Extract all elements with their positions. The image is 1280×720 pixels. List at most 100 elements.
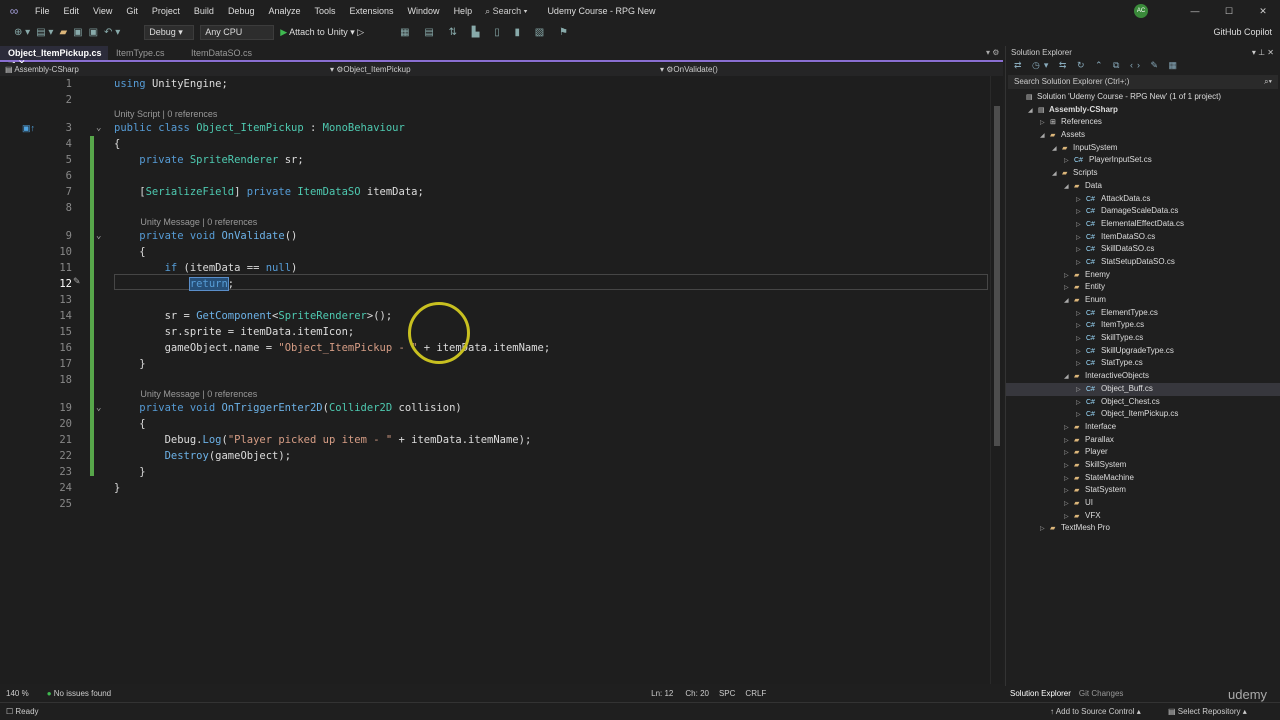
menu-analyze[interactable]: Analyze	[261, 6, 307, 16]
back-icon[interactable]: ⊕ ▾	[14, 27, 30, 38]
tree-item-itemtype-cs[interactable]: ▷ C# ItemType.cs	[1006, 319, 1280, 332]
line-endings[interactable]: CRLF	[745, 689, 766, 698]
editor-vertical-scrollbar[interactable]	[990, 76, 1003, 684]
whitespace-mode[interactable]: SPC	[719, 689, 735, 698]
tab-git-changes[interactable]: Git Changes	[1079, 689, 1123, 698]
line-number[interactable]: Ln: 12	[651, 689, 673, 698]
tree-item-parallax[interactable]: ▷ ▰ Parallax	[1006, 434, 1280, 447]
issues-status[interactable]: ● No issues found	[47, 689, 111, 698]
tree-item-textmesh-pro[interactable]: ▷ ▰ TextMesh Pro	[1006, 522, 1280, 535]
tree-item-elementaleffectdata-cs[interactable]: ▷ C# ElementalEffectData.cs	[1006, 218, 1280, 231]
tree-item-damagescaledata-cs[interactable]: ▷ C# DamageScaleData.cs	[1006, 205, 1280, 218]
collapsed-arrow-icon[interactable]: ▷	[1040, 523, 1050, 536]
menu-project[interactable]: Project	[145, 6, 187, 16]
minimize-button[interactable]: —	[1178, 6, 1212, 16]
tree-item-vfx[interactable]: ▷ ▰ VFX	[1006, 510, 1280, 523]
configuration-select[interactable]: Debug ▾	[144, 24, 195, 40]
code-line[interactable]: 16 gameObject.name = "Object_ItemPickup …	[0, 340, 990, 356]
tree-item-playerinputset-cs[interactable]: ▷ C# PlayerInputSet.cs	[1006, 154, 1280, 167]
class-dropdown[interactable]: ▾ ⚙Object_ItemPickup	[330, 65, 660, 74]
panel-controls-icons[interactable]: ▾ ⊥ ✕	[1252, 46, 1274, 60]
tab-itemtype-cs[interactable]: ItemType.cs	[108, 46, 183, 60]
tree-item-object-chest-cs[interactable]: ▷ C# Object_Chest.cs	[1006, 396, 1280, 409]
code-line[interactable]: 24}	[0, 480, 990, 496]
tree-item-enum[interactable]: ◢ ▰ Enum	[1006, 294, 1280, 307]
code-line[interactable]: 22 Destroy(gameObject);	[0, 448, 990, 464]
code-line[interactable]: 2	[0, 92, 990, 108]
tree-item-skillsystem[interactable]: ▷ ▰ SkillSystem	[1006, 459, 1280, 472]
tree-item-stattype-cs[interactable]: ▷ C# StatType.cs	[1006, 357, 1280, 370]
solution-explorer-toolbar[interactable]: ⇄ ◷▾ ⇆ ↻ ⌃ ⧉ ‹› ✎ ▦	[1006, 60, 1280, 74]
tree-item-itemdataso-cs[interactable]: ▷ C# ItemDataSO.cs	[1006, 231, 1280, 244]
menu-debug[interactable]: Debug	[221, 6, 262, 16]
tree-item-references[interactable]: ▷ ⊞ References	[1006, 116, 1280, 129]
platform-select[interactable]: Any CPU	[200, 24, 275, 40]
menu-view[interactable]: View	[86, 6, 119, 16]
save-icon[interactable]: ▣	[73, 27, 82, 38]
code-line[interactable]: 7 [SerializeField] private ItemDataSO it…	[0, 184, 990, 200]
tree-item-skillupgradetype-cs[interactable]: ▷ C# SkillUpgradeType.cs	[1006, 345, 1280, 358]
code-line[interactable]: 19 ⌄ private void OnTriggerEnter2D(Collid…	[0, 400, 990, 416]
tree-item-scripts[interactable]: ◢ ▰ Scripts	[1006, 167, 1280, 180]
code-line[interactable]: 12 return;	[0, 276, 990, 292]
select-repository-button[interactable]: ▤ Select Repository ▴	[1168, 707, 1247, 716]
tree-item-ui[interactable]: ▷ ▰ UI	[1006, 497, 1280, 510]
tree-item-interactiveobjects[interactable]: ◢ ▰ InteractiveObjects	[1006, 370, 1280, 383]
tree-item-statsetupdataso-cs[interactable]: ▷ C# StatSetupDataSO.cs	[1006, 256, 1280, 269]
fold-chevron-icon[interactable]: ⌄	[96, 120, 101, 136]
codelens[interactable]: Unity Script | 0 references	[0, 108, 990, 120]
tree-item-data[interactable]: ◢ ▰ Data	[1006, 180, 1280, 193]
code-line[interactable]: 5 private SpriteRenderer sr;	[0, 152, 990, 168]
menu-git[interactable]: Git	[119, 6, 145, 16]
tab-solution-explorer[interactable]: Solution Explorer	[1010, 689, 1071, 698]
menu-build[interactable]: Build	[187, 6, 221, 16]
tree-item-entity[interactable]: ▷ ▰ Entity	[1006, 281, 1280, 294]
tree-item-solution-udemy-course-rpg-new-1-of-1-project-[interactable]: ▤ Solution 'Udemy Course - RPG New' (1 of…	[1006, 91, 1280, 104]
code-line[interactable]: 15 sr.sprite = itemData.itemIcon;	[0, 324, 990, 340]
code-line[interactable]: 25	[0, 496, 990, 512]
toolbar-misc-icons[interactable]: ▦ ▤ ⇅ ▙ ▯ ▮ ▧ ⚑	[400, 27, 574, 38]
code-line[interactable]: 11 if (itemData == null)	[0, 260, 990, 276]
code-line[interactable]: 4{	[0, 136, 990, 152]
tree-item-interface[interactable]: ▷ ▰ Interface	[1006, 421, 1280, 434]
tree-item-assets[interactable]: ◢ ▰ Assets	[1006, 129, 1280, 142]
tree-item-elementtype-cs[interactable]: ▷ C# ElementType.cs	[1006, 307, 1280, 320]
fold-chevron-icon[interactable]: ⌄	[96, 228, 101, 244]
search-button[interactable]: ⌕ Search ▾	[485, 6, 527, 17]
tree-item-object-itempickup-cs[interactable]: ▷ C# Object_ItemPickup.cs	[1006, 408, 1280, 421]
new-file-icon[interactable]: ▤ ▾	[36, 27, 53, 38]
menu-tools[interactable]: Tools	[308, 6, 343, 16]
code-line[interactable]: 18	[0, 372, 990, 388]
tab-itemdataso-cs[interactable]: ItemDataSO.cs	[183, 46, 258, 60]
menu-help[interactable]: Help	[447, 6, 480, 16]
menu-extensions[interactable]: Extensions	[343, 6, 401, 16]
codelens[interactable]: Unity Message | 0 references	[0, 388, 990, 400]
code-editor[interactable]: ▣↑ ✎ 1 using UnityEngine; 2 Unity Script | …	[0, 76, 990, 684]
code-line[interactable]: 14 sr = GetComponent<SpriteRenderer>();	[0, 308, 990, 324]
fold-chevron-icon[interactable]: ⌄	[96, 400, 101, 416]
menu-window[interactable]: Window	[401, 6, 447, 16]
code-line[interactable]: 9 ⌄ private void OnValidate()	[0, 228, 990, 244]
codelens[interactable]: Unity Message | 0 references	[0, 216, 990, 228]
tree-item-object-buff-cs[interactable]: ▷ C# Object_Buff.cs	[1006, 382, 1280, 396]
undo-icon[interactable]: ↶ ▾	[104, 27, 120, 38]
code-line[interactable]: 3 ⌄ public class Object_ItemPickup : MonoB…	[0, 120, 990, 136]
tab-overflow-icons[interactable]: ▾ ⚙	[986, 48, 999, 57]
project-dropdown[interactable]: ▤ Assembly-CSharp	[0, 65, 330, 74]
code-line[interactable]: 20 {	[0, 416, 990, 432]
tree-item-attackdata-cs[interactable]: ▷ C# AttackData.cs	[1006, 193, 1280, 206]
maximize-button[interactable]: ☐	[1212, 6, 1246, 17]
tree-item-skilltype-cs[interactable]: ▷ C# SkillType.cs	[1006, 332, 1280, 345]
code-line[interactable]: 1 using UnityEngine;	[0, 76, 990, 92]
solution-search-input[interactable]: Search Solution Explorer (Ctrl+;) ⌕▾	[1008, 75, 1278, 89]
tree-item-inputsystem[interactable]: ◢ ▰ InputSystem	[1006, 142, 1280, 155]
code-line[interactable]: 21 Debug.Log("Player picked up item - " …	[0, 432, 990, 448]
tree-item-enemy[interactable]: ▷ ▰ Enemy	[1006, 269, 1280, 282]
tree-item-statsystem[interactable]: ▷ ▰ StatSystem	[1006, 484, 1280, 497]
tab-object-itempickup-cs[interactable]: Object_ItemPickup.cs ⊸ ✕	[0, 46, 108, 68]
column-number[interactable]: Ch: 20	[685, 689, 709, 698]
menu-file[interactable]: File	[28, 6, 57, 16]
code-line[interactable]: 13	[0, 292, 990, 308]
code-line[interactable]: 6	[0, 168, 990, 184]
member-dropdown[interactable]: ▾ ⚙OnValidate()	[660, 65, 718, 74]
